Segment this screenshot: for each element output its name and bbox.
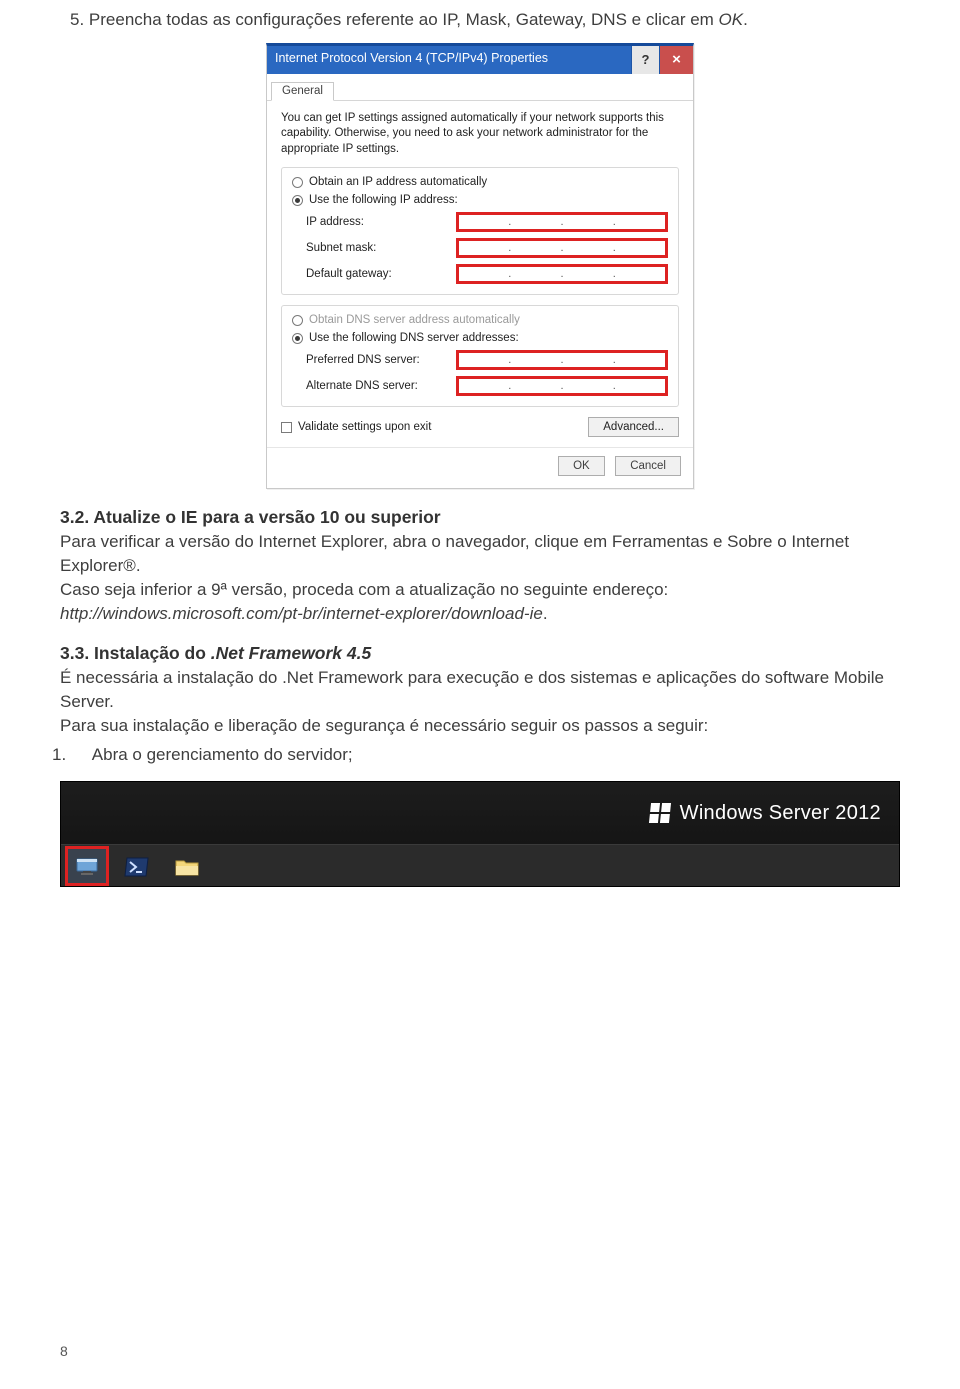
radio-auto-ip[interactable] — [292, 177, 303, 188]
dialog-hint: You can get IP settings assigned automat… — [281, 111, 679, 158]
radio-auto-ip-label: Obtain an IP address automatically — [309, 176, 487, 188]
radio-auto-dns-label: Obtain DNS server address automatically — [309, 314, 520, 326]
subnet-mask-input[interactable]: ... — [456, 238, 668, 258]
default-gateway-input[interactable]: ... — [456, 264, 668, 284]
preferred-dns-label: Preferred DNS server: — [306, 354, 456, 366]
file-explorer-icon[interactable] — [165, 846, 209, 886]
help-button[interactable]: ? — [631, 46, 659, 74]
tabstrip: General — [267, 74, 693, 101]
cancel-button[interactable]: Cancel — [615, 456, 681, 476]
radio-use-ip[interactable] — [292, 195, 303, 206]
step5-text: Preencha todas as configurações referent… — [89, 10, 719, 29]
radio-use-dns[interactable] — [292, 333, 303, 344]
step5: 5. Preencha todas as configurações refer… — [88, 8, 900, 33]
ok-button[interactable]: OK — [558, 456, 605, 476]
dns-group: Obtain DNS server address automatically … — [281, 305, 679, 407]
taskbar — [61, 844, 899, 886]
alternate-dns-label: Alternate DNS server: — [306, 380, 456, 392]
p33a: É necessária a instalação do .Net Framew… — [60, 666, 900, 714]
radio-use-ip-label: Use the following IP address: — [309, 194, 458, 206]
radio-auto-dns[interactable] — [292, 315, 303, 326]
dialog-titlebar: Internet Protocol Version 4 (TCP/IPv4) P… — [267, 46, 693, 74]
p33b: Para sua instalação e liberação de segur… — [60, 714, 900, 738]
windows-logo-icon — [649, 803, 671, 823]
subnet-mask-label: Subnet mask: — [306, 242, 456, 254]
alternate-dns-input[interactable]: ... — [456, 376, 668, 396]
ip-address-label: IP address: — [306, 216, 456, 228]
h32: 3.2. Atualize o IE para a versão 10 ou s… — [60, 507, 900, 528]
page-number: 8 — [60, 1343, 68, 1359]
step5-ok: OK — [719, 10, 744, 29]
radio-use-dns-label: Use the following DNS server addresses: — [309, 332, 519, 344]
p32a: Para verificar a versão do Internet Expl… — [60, 530, 900, 578]
p32b-text: Caso seja inferior a 9ª versão, proceda … — [60, 580, 668, 599]
dialog-title: Internet Protocol Version 4 (TCP/IPv4) P… — [267, 46, 631, 74]
validate-label: Validate settings upon exit — [298, 421, 431, 433]
h33: 3.3. Instalação do .Net Framework 4.5 — [60, 643, 900, 664]
p33li1-text: Abra o gerenciamento do servidor; — [92, 745, 353, 764]
h33-em: .Net Framework 4.5 — [211, 643, 371, 663]
p33li1: 1. Abra o gerenciamento do servidor; — [88, 742, 900, 768]
server-desktop: Windows Server 2012 — [61, 782, 899, 844]
ip-group: Obtain an IP address automatically Use t… — [281, 167, 679, 295]
p32b-dot: . — [543, 604, 548, 623]
preferred-dns-input[interactable]: ... — [456, 350, 668, 370]
server-brand: Windows Server 2012 — [680, 802, 881, 825]
server-manager-icon[interactable] — [65, 846, 109, 886]
default-gateway-label: Default gateway: — [306, 268, 456, 280]
h33-pre: 3.3. Instalação do — [60, 643, 211, 663]
step5-dot: . — [743, 10, 748, 29]
p32b: Caso seja inferior a 9ª versão, proceda … — [60, 578, 900, 626]
server-screenshot: Windows Server 2012 — [60, 781, 900, 887]
powershell-icon[interactable] — [115, 846, 159, 886]
p33li1-num: 1. — [70, 742, 88, 768]
advanced-button[interactable]: Advanced... — [588, 417, 679, 437]
close-button[interactable]: × — [659, 46, 693, 74]
step5-num: 5. — [70, 10, 84, 29]
p32b-url: http://windows.microsoft.com/pt-br/inter… — [60, 604, 543, 623]
tcpip-properties-dialog: Internet Protocol Version 4 (TCP/IPv4) P… — [266, 43, 694, 490]
validate-checkbox[interactable] — [281, 422, 292, 433]
tab-general[interactable]: General — [271, 82, 334, 101]
ip-address-input[interactable]: ... — [456, 212, 668, 232]
